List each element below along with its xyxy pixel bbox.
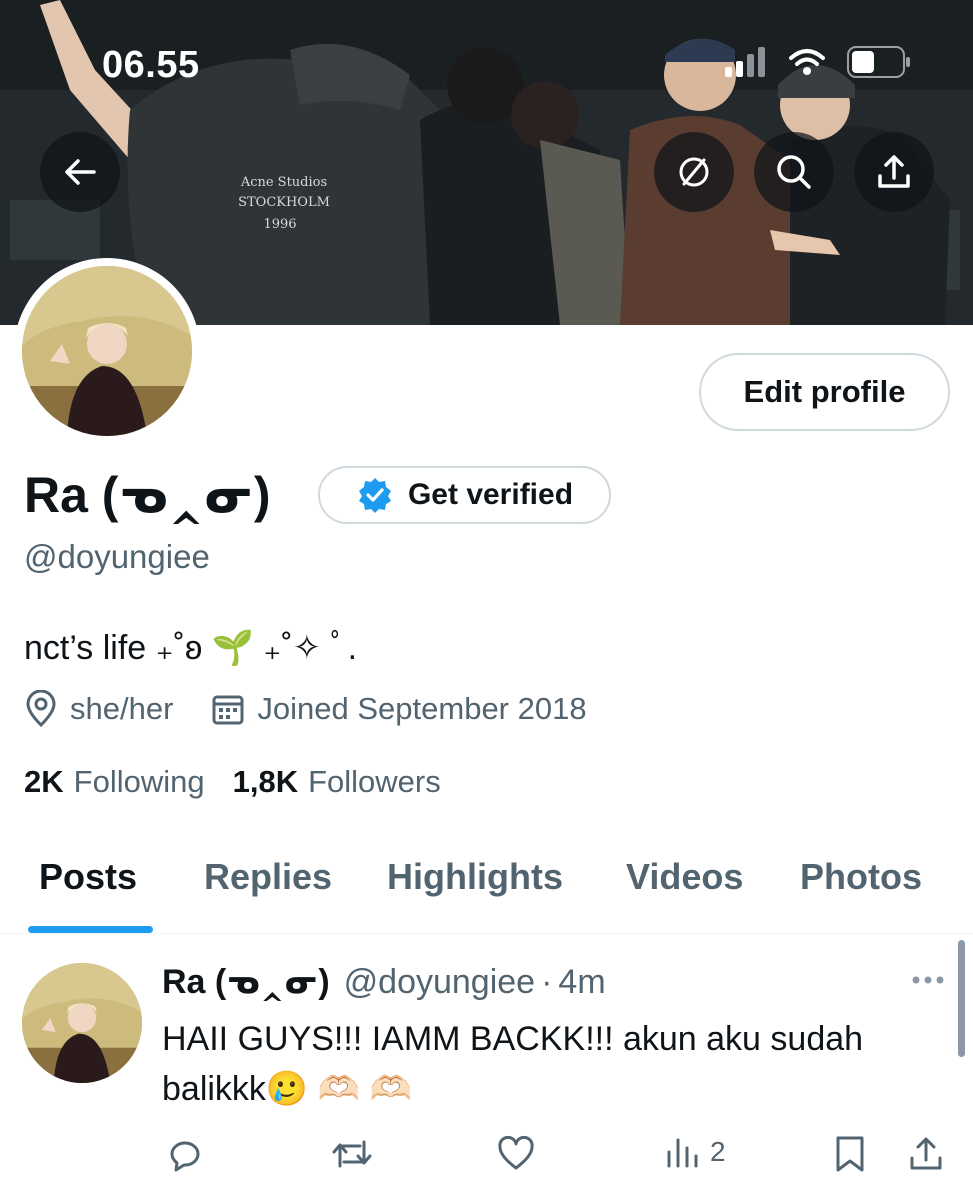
post-actions: 2 xyxy=(0,1134,973,1184)
bookmark-button[interactable] xyxy=(832,1134,868,1174)
post-text: HAII GUYS!!! IAMM BACKK!!! akun aku suda… xyxy=(162,1020,864,1108)
get-verified-button[interactable]: Get verified xyxy=(318,466,611,524)
get-verified-label: Get verified xyxy=(407,478,574,511)
search-icon xyxy=(777,155,811,189)
tab-photos[interactable]: Photos xyxy=(800,856,922,898)
post-avatar[interactable] xyxy=(22,963,142,1083)
search-button[interactable] xyxy=(754,132,834,212)
back-button[interactable] xyxy=(40,132,120,212)
bookmark-icon xyxy=(836,1136,864,1172)
share-icon xyxy=(910,1137,942,1170)
following-count: 2K xyxy=(24,764,64,799)
post-time: 4m xyxy=(558,963,606,1001)
profile-handle: @doyungiee xyxy=(24,538,210,575)
tab-replies[interactable]: Replies xyxy=(204,856,332,898)
views-count: 2 xyxy=(710,1136,726,1167)
followers-count: 1,8K xyxy=(232,764,299,799)
tab-posts[interactable]: Posts xyxy=(39,856,137,898)
calendar-icon xyxy=(212,695,244,725)
avatar xyxy=(22,266,192,436)
repost-button[interactable] xyxy=(330,1134,374,1174)
location-item: she/her xyxy=(24,690,173,728)
reply-button[interactable] xyxy=(164,1134,204,1174)
status-icons xyxy=(725,46,911,78)
share-post-button[interactable] xyxy=(906,1134,946,1174)
post-more-button[interactable] xyxy=(910,970,946,995)
joined-item: Joined September 2018 xyxy=(211,691,587,727)
followers-label: Followers xyxy=(308,764,441,799)
followers-link[interactable]: 1,8K Followers xyxy=(233,764,441,800)
profile-tabs: Posts Replies Highlights Videos Photos xyxy=(0,850,973,934)
active-tab-indicator xyxy=(28,926,153,933)
profile-name: Ra (ᓀ‸ᓂ) xyxy=(24,467,271,523)
views-chart-icon xyxy=(667,1138,698,1168)
tab-videos[interactable]: Videos xyxy=(626,856,743,898)
profile-bio: nct’s life ₊˚ʚ 🌱 ₊˚✧ ﾟ. xyxy=(24,629,358,667)
wifi-icon xyxy=(789,49,825,75)
grok-button[interactable] xyxy=(654,132,734,212)
avatar-photo xyxy=(22,266,192,436)
post-header: Ra (ᓀ‸ᓂ) @doyungiee · 4m xyxy=(162,962,606,1002)
location-pin-icon xyxy=(26,690,56,728)
follow-stats: 2K Following 1,8K Followers xyxy=(24,764,469,800)
profile-meta: she/her Joined September 2018 xyxy=(24,690,625,728)
heart-icon xyxy=(498,1135,534,1170)
reply-icon xyxy=(170,1141,200,1172)
battery-icon xyxy=(847,46,910,78)
scrollbar[interactable] xyxy=(958,940,965,1057)
shirt-text-line-1: Acne Studios xyxy=(240,175,327,190)
share-icon xyxy=(878,155,910,188)
share-profile-button[interactable] xyxy=(854,132,934,212)
following-link[interactable]: 2K Following xyxy=(24,764,205,800)
like-button[interactable] xyxy=(496,1134,536,1174)
joined-text: Joined September 2018 xyxy=(257,691,587,726)
post-author-handle[interactable]: @doyungiee xyxy=(344,963,535,1002)
post-author-name[interactable]: Ra (ᓀ‸ᓂ) xyxy=(162,962,330,1002)
repost-icon xyxy=(332,1140,372,1168)
views-button[interactable]: 2 xyxy=(664,1134,726,1170)
edit-profile-button[interactable]: Edit profile xyxy=(699,353,950,431)
tab-highlights[interactable]: Highlights xyxy=(387,856,563,898)
post-separator: · xyxy=(541,963,553,1001)
profile-avatar[interactable] xyxy=(14,258,200,444)
status-time: 06.55 xyxy=(102,44,200,86)
location-text: she/her xyxy=(70,691,174,726)
arrow-left-icon xyxy=(65,159,96,185)
shirt-text-line-3: 1996 xyxy=(263,217,296,232)
shirt-text-line-2: STOCKHOLM xyxy=(238,195,330,210)
more-dots-icon xyxy=(912,976,944,984)
cellular-signal-icon xyxy=(725,47,765,77)
slash-circle-icon xyxy=(679,157,709,187)
following-label: Following xyxy=(73,764,205,799)
post-avatar-photo xyxy=(22,963,142,1083)
verified-badge-icon xyxy=(358,478,391,513)
